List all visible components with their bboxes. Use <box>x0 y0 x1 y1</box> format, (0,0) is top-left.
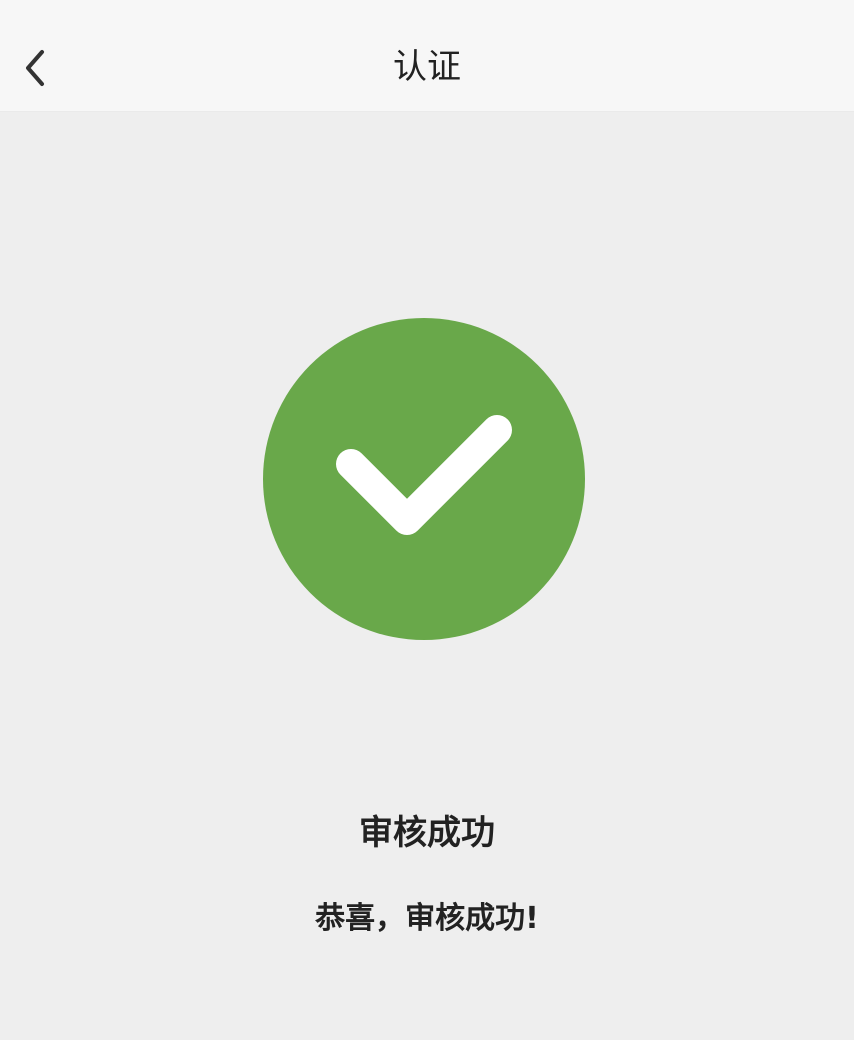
success-status-circle <box>263 318 585 640</box>
checkmark-icon <box>336 415 512 535</box>
page-title: 认证 <box>393 47 461 87</box>
result-title: 审核成功 <box>359 813 495 853</box>
result-message: 恭喜，审核成功! <box>315 901 539 936</box>
nav-bar: 认证 <box>0 0 854 112</box>
